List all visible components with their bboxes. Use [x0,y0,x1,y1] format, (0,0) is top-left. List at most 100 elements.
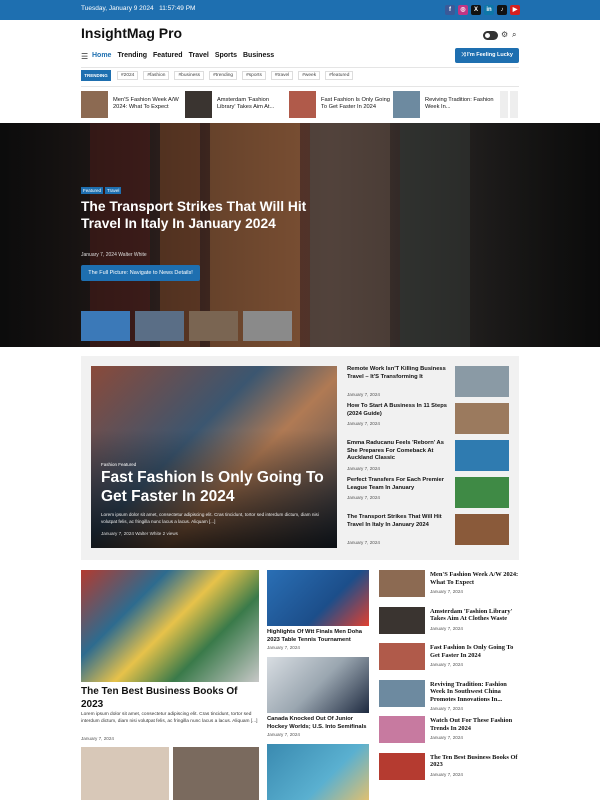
right-post-title: Fast Fashion Is Only Going To Get Faster… [430,644,514,659]
big-post-image[interactable] [81,570,259,682]
side-post-date: January 7, 2024 [347,495,380,500]
side-post-date: January 7, 2024 [347,391,380,397]
side-post-title: Perfect Transfers For Each Premier Leagu… [347,477,444,491]
hero-thumbnail[interactable] [81,311,130,341]
hero-category-badge[interactable]: Travel [105,187,122,194]
side-post-date: January 7, 2024 [347,421,380,426]
ticker-title: Men'S Fashion Week A/W 2024: What To Exp… [113,97,179,110]
side-post-date: January 7, 2024 [347,539,380,545]
right-post[interactable]: Watch Out For These Fashion Trends In 20… [379,716,519,756]
right-post-date: January 7, 2024 [430,735,463,741]
hero-thumbnail[interactable] [243,311,292,341]
featured-meta: January 7, 2024 Walter White 2 views [101,531,178,536]
x-icon[interactable]: X [471,5,481,15]
right-post-image [379,606,425,634]
site-logo[interactable]: InsightMag Pro [81,25,182,41]
big-post-title[interactable]: The Ten Best Business Books Of 2023 [81,686,259,711]
trending-tag[interactable]: #business [174,71,205,80]
nav-item-travel[interactable]: Travel [189,52,209,59]
mid-post-title[interactable]: Canada Knocked Out Of Junior Hockey Worl… [267,716,369,731]
trending-tag[interactable]: #2024 [117,71,139,80]
post-image[interactable] [267,570,369,626]
side-post[interactable]: How To Start A Business In 11 Steps (202… [347,403,509,436]
nav-item-business[interactable]: Business [243,52,274,59]
featured-category: Fashion Featured [101,462,137,467]
right-post[interactable]: Fast Fashion Is Only Going To Get Faster… [379,643,519,683]
nav-item-sports[interactable]: Sports [215,52,237,59]
right-post-image [379,752,425,780]
side-post-image [455,366,509,397]
menu-icon[interactable]: ☰ [81,52,88,61]
side-post[interactable]: Perfect Transfers For Each Premier Leagu… [347,477,509,510]
time-text: 11:57:49 PM [159,5,196,12]
side-post[interactable]: Remote Work Isn'T Killing Business Trave… [347,366,509,399]
right-post[interactable]: Amsterdam 'Fashion Library' Takes Aim At… [379,606,519,647]
mid-post-title[interactable]: Highlights Of Wtt Finals Men Doha 2023 T… [267,629,369,644]
hero-details-button[interactable]: The Full Picture: Navigate to News Detai… [81,265,200,281]
ticker-prev-button[interactable] [500,91,508,118]
top-bar: Tuesday, January 9 2024 11:57:49 PM f ◎ Xi… [0,0,600,20]
right-post[interactable]: Men'S Fashion Week A/W 2024: What To Exp… [379,570,519,610]
side-post-title: Emma Raducanu Feels 'Reborn' As She Prep… [347,440,444,461]
right-post-image [379,716,425,743]
post-image[interactable] [173,747,259,800]
trending-tag[interactable]: #fashion [143,71,170,80]
post-image[interactable] [81,747,169,800]
ticker-thumb [81,91,108,118]
right-post[interactable]: The Ten Best Business Books Of 2023 Janua… [379,752,519,793]
right-post-title: Amsterdam 'Fashion Library' Takes Aim At… [430,607,513,623]
instagram-icon[interactable]: ◎ [458,5,468,15]
feeling-lucky-button[interactable]: ⤨ I'm Feeling Lucky [455,48,519,63]
tiktok-icon[interactable]: ♪ [497,5,507,15]
nav-item-featured[interactable]: Featured [153,52,183,59]
right-post-title: The Ten Best Business Books Of 2023 [430,753,518,769]
mid-post-date: January 7, 2024 [267,732,300,737]
trending-tag[interactable]: #travel [270,71,294,80]
trending-tag[interactable]: #featured [325,71,354,80]
ticker-thumb [289,91,316,118]
ticker-thumb [185,91,212,118]
hero-meta: January 7, 2024 Walter White [81,252,147,258]
ticker-title: Fast Fashion Is Only Going To Get Faster… [321,97,390,110]
hero-category-badge[interactable]: Featured [81,187,104,194]
hero-thumbnail[interactable] [135,311,184,341]
side-post[interactable]: The Transport Strikes That Will Hit Trav… [347,514,509,547]
side-post-date: January 7, 2024 [347,465,380,471]
trending-tag[interactable]: #week [298,71,321,80]
ticker-thumb [393,91,420,118]
side-post[interactable]: Emma Raducanu Feels 'Reborn' As She Prep… [347,440,509,473]
post-image[interactable] [267,744,369,800]
trending-label: TRENDING [81,70,111,81]
hero-thumbnail[interactable] [189,311,238,341]
linkedin-icon[interactable]: in [484,5,494,15]
facebook-icon[interactable]: f [445,5,455,15]
right-post-title: Watch Out For These Fashion Trends In 20… [430,717,513,732]
trending-tag[interactable]: #sports [242,71,266,80]
featured-title[interactable]: Fast Fashion Is Only Going To Get Faster… [101,468,326,506]
ticker-title: Reviving Tradition: Fashion Week In... [425,97,494,110]
date-text: Tuesday, January 9 2024 [81,5,154,12]
news-ticker: Men'S Fashion Week A/W 2024: What To Exp… [81,91,501,118]
search-icon[interactable]: ⌕ [512,30,516,40]
nav-item-home[interactable]: Home [92,52,111,59]
post-image[interactable] [267,657,369,713]
right-post[interactable]: Reviving Tradition: Fashion Week In Sout… [379,679,519,720]
side-post-image [455,403,509,434]
ticker-next-button[interactable] [510,91,518,118]
hero-title[interactable]: The Transport Strikes That Will Hit Trav… [81,198,311,232]
right-post-date: January 7, 2024 [430,771,463,777]
mid-post-date: January 7, 2024 [267,645,300,650]
trending-tag[interactable]: #trending [209,71,238,80]
divider [81,67,519,68]
right-post-image [379,570,425,597]
nav-item-trending[interactable]: Trending [117,52,147,59]
big-post-date: January 7, 2024 [81,736,114,741]
youtube-icon[interactable]: ▶ [510,5,520,15]
right-post-date: January 7, 2024 [430,662,463,668]
gear-icon[interactable]: ⚙ [501,30,508,39]
dark-mode-toggle[interactable] [483,31,498,40]
right-post-title: Reviving Tradition: Fashion Week In Sout… [430,680,507,703]
divider [81,86,519,87]
side-post-image [455,477,509,508]
right-post-image [379,643,425,670]
